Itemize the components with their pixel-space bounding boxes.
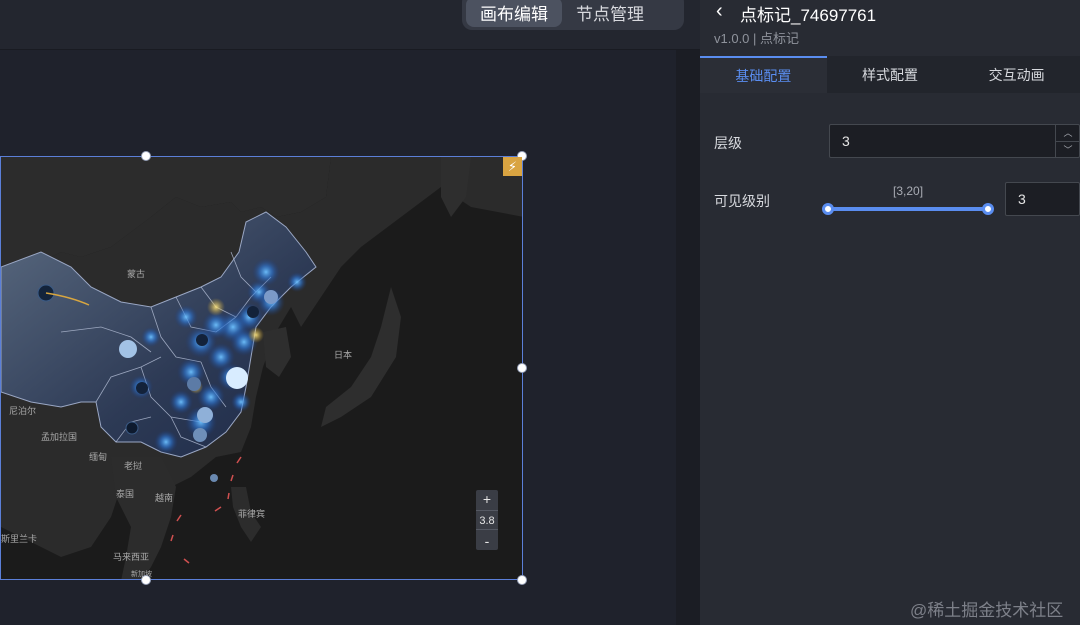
label-bangladesh: 孟加拉国 [41, 432, 78, 442]
visible-level-slider[interactable] [829, 207, 989, 211]
resize-handle-right[interactable] [518, 364, 526, 372]
level-stepper: ︿ ﹀ [1055, 125, 1080, 157]
property-panel: ‹ 点标记_74697761 v1.0.0 | 点标记 基础配置 样式配置 交互… [700, 0, 1080, 625]
label-philippines: 菲律宾 [238, 509, 266, 519]
chevron-up-icon[interactable]: ︿ [1056, 125, 1080, 142]
tab-basic-config[interactable]: 基础配置 [700, 56, 827, 93]
label-vietnam: 越南 [155, 493, 174, 503]
map-widget[interactable]: 蒙古 日本 尼泊尔 孟加拉国 缅甸 老挝 泰国 越南 菲律宾 斯里兰卡 马来西亚… [0, 156, 523, 580]
tab-style-config[interactable]: 样式配置 [827, 56, 954, 93]
tab-node-manage[interactable]: 节点管理 [562, 0, 658, 27]
zoom-level: 3.8 [476, 510, 498, 530]
label-mongolia: 蒙古 [127, 269, 146, 279]
visible-level-input[interactable]: 3 [1005, 182, 1080, 216]
label-nepal: 尼泊尔 [9, 406, 37, 416]
label-japan: 日本 [334, 350, 353, 360]
resize-handle-bottom[interactable] [142, 576, 150, 584]
map-zoom-control: + 3.8 - [476, 490, 498, 550]
label-malaysia: 马来西亚 [113, 552, 150, 562]
chevron-left-icon[interactable]: ‹ [716, 1, 736, 22]
label-thailand: 泰国 [116, 489, 135, 499]
view-mode-switch: 画布编辑 节点管理 [462, 0, 684, 30]
panel-subtitle: v1.0.0 | 点标记 [714, 31, 800, 46]
resize-handle-top[interactable] [142, 152, 150, 160]
tab-canvas-edit[interactable]: 画布编辑 [466, 0, 562, 27]
visible-range-label: [3,20] [893, 184, 924, 198]
canvas-scrollbar[interactable] [676, 50, 700, 625]
label-myanmar: 缅甸 [89, 452, 108, 462]
level-input[interactable]: 3 [829, 124, 1080, 158]
canvas-toolbar: 画布编辑 节点管理 [0, 0, 700, 50]
lightning-icon[interactable]: ⚡ [503, 157, 522, 176]
level-label: 层级 [714, 135, 742, 151]
tab-interaction-animation[interactable]: 交互动画 [953, 56, 1080, 93]
slider-handle-min[interactable] [822, 203, 834, 215]
zoom-out-button[interactable]: - [476, 532, 498, 550]
visible-level-label: 可见级别 [714, 193, 770, 209]
chevron-down-icon[interactable]: ﹀ [1056, 142, 1080, 158]
watermark: @稀土掘金技术社区 [910, 601, 1064, 620]
label-laos: 老挝 [124, 461, 143, 471]
zoom-in-button[interactable]: + [476, 490, 498, 508]
label-sri-lanka: 斯里兰卡 [1, 534, 38, 544]
panel-tabs: 基础配置 样式配置 交互动画 [700, 56, 1080, 93]
resize-handle-bottom-right[interactable] [518, 576, 526, 584]
slider-handle-max[interactable] [982, 203, 994, 215]
panel-header: ‹ 点标记_74697761 v1.0.0 | 点标记 [700, 0, 1080, 56]
panel-title: 点标记_74697761 [740, 6, 877, 25]
